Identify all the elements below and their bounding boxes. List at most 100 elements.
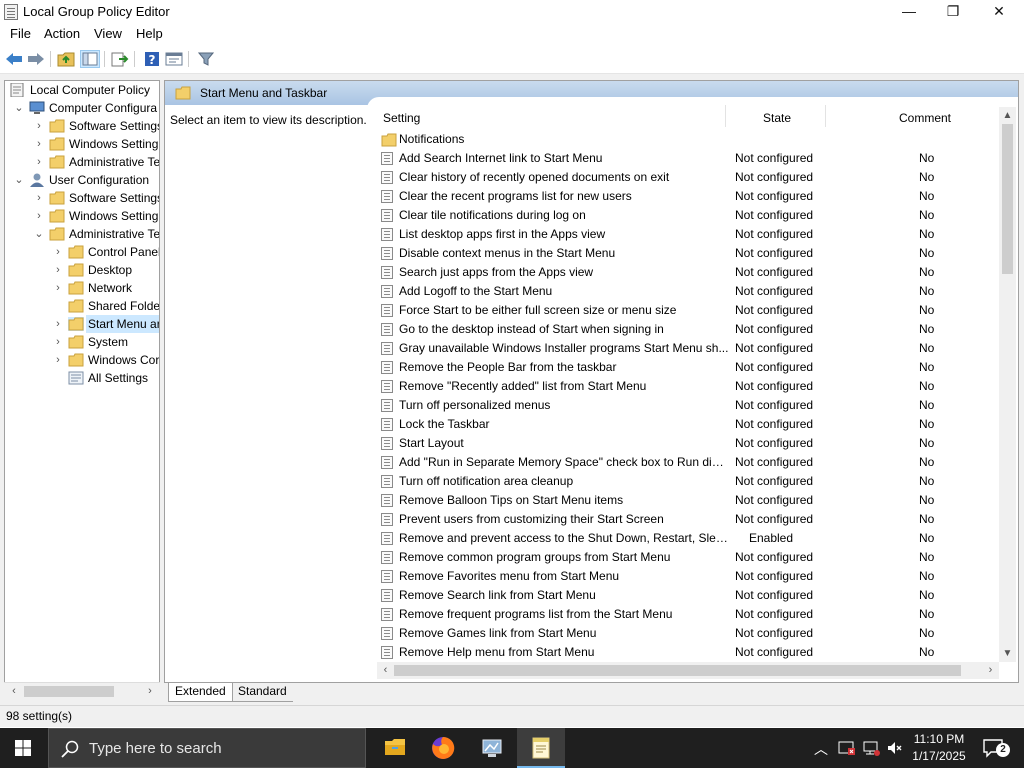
- table-row[interactable]: Start Layout Not configured No: [381, 434, 1001, 453]
- show-hidden-icons-chevron-up-icon[interactable]: ︿: [814, 739, 828, 759]
- tab-extended[interactable]: Extended: [168, 683, 233, 702]
- scroll-left-icon[interactable]: ‹: [377, 662, 394, 679]
- table-row[interactable]: List desktop apps first in the Apps view…: [381, 225, 1001, 244]
- table-row[interactable]: Lock the Taskbar Not configured No: [381, 415, 1001, 434]
- folder-icon: [49, 191, 65, 205]
- start-button[interactable]: [0, 728, 46, 768]
- setting-state: Not configured: [735, 436, 814, 450]
- folder-row-notifications[interactable]: Notifications: [381, 130, 1001, 149]
- column-divider[interactable]: [725, 105, 726, 127]
- filter-icon[interactable]: [196, 50, 216, 68]
- table-row[interactable]: Turn off notification area cleanup Not co…: [381, 472, 1001, 491]
- chevron-right-icon[interactable]: ›: [33, 117, 45, 135]
- firefox-taskbar-icon[interactable]: [419, 728, 467, 768]
- forward-arrow-icon[interactable]: [26, 50, 46, 68]
- table-row[interactable]: Turn off personalized menus Not configure…: [381, 396, 1001, 415]
- table-row[interactable]: Remove Help menu from Start Menu Not conf…: [381, 643, 1001, 662]
- chevron-right-icon[interactable]: ›: [33, 135, 45, 153]
- clock-time[interactable]: 11:10 PM: [908, 732, 970, 746]
- setting-comment: No: [919, 208, 935, 222]
- column-header-state[interactable]: State: [763, 111, 791, 125]
- chevron-down-icon[interactable]: ⌄: [13, 99, 25, 117]
- file-explorer-taskbar-icon[interactable]: [370, 728, 418, 768]
- maximize-button[interactable]: ❐: [930, 0, 976, 24]
- column-header-comment[interactable]: Comment: [899, 111, 951, 125]
- scroll-up-icon[interactable]: ▲: [999, 107, 1016, 124]
- table-row[interactable]: Remove common program groups from Start …: [381, 548, 1001, 567]
- chevron-right-icon[interactable]: ›: [33, 207, 45, 225]
- toolbar-separator: [50, 51, 51, 67]
- chevron-right-icon[interactable]: ›: [52, 261, 64, 279]
- menu-file[interactable]: File: [10, 26, 31, 41]
- setting-comment: No: [919, 303, 935, 317]
- table-row[interactable]: Remove Search link from Start Menu Not co…: [381, 586, 1001, 605]
- scroll-right-icon[interactable]: ›: [982, 662, 999, 679]
- scrollbar-thumb[interactable]: [24, 686, 114, 697]
- setting-state: Not configured: [735, 645, 814, 659]
- control-panel-taskbar-icon[interactable]: [468, 728, 516, 768]
- table-row[interactable]: Remove "Recently added" list from Start …: [381, 377, 1001, 396]
- table-row[interactable]: Remove Games link from Start Menu Not con…: [381, 624, 1001, 643]
- volume-muted-icon[interactable]: [886, 739, 904, 757]
- network-icon[interactable]: [862, 739, 880, 757]
- table-row[interactable]: Remove the People Bar from the taskbar No…: [381, 358, 1001, 377]
- settings-vertical-scrollbar[interactable]: ▲ ▼: [999, 107, 1016, 662]
- menu-view[interactable]: View: [94, 26, 122, 41]
- folder-icon: [68, 281, 84, 295]
- scrollbar-thumb[interactable]: [1002, 124, 1013, 274]
- tree-horizontal-scrollbar[interactable]: ‹ ›: [4, 682, 160, 699]
- chevron-right-icon[interactable]: ›: [33, 189, 45, 207]
- taskbar-search-box[interactable]: Type here to search: [48, 728, 366, 768]
- policy-setting-icon: [381, 152, 393, 165]
- table-row[interactable]: Prevent users from customizing their Sta…: [381, 510, 1001, 529]
- table-row[interactable]: Remove Favorites menu from Start Menu Not…: [381, 567, 1001, 586]
- tab-standard[interactable]: Standard: [232, 683, 293, 702]
- settings-horizontal-scrollbar[interactable]: ‹ ›: [377, 662, 999, 679]
- help-icon[interactable]: ?: [142, 50, 162, 68]
- show-hide-tree-icon[interactable]: [80, 50, 100, 68]
- close-button[interactable]: ✕: [976, 0, 1022, 24]
- table-row[interactable]: Force Start to be either full screen siz…: [381, 301, 1001, 320]
- chevron-right-icon[interactable]: ›: [52, 351, 64, 369]
- table-row[interactable]: Search just apps from the Apps view Not c…: [381, 263, 1001, 282]
- minimize-button[interactable]: —: [886, 0, 932, 24]
- chevron-right-icon[interactable]: ›: [33, 153, 45, 171]
- chevron-down-icon[interactable]: ⌄: [13, 171, 25, 189]
- table-row[interactable]: Gray unavailable Windows Installer progr…: [381, 339, 1001, 358]
- table-row[interactable]: Clear tile notifications during log on No…: [381, 206, 1001, 225]
- group-policy-editor-taskbar-icon[interactable]: [517, 728, 565, 768]
- chevron-right-icon[interactable]: ›: [52, 315, 64, 333]
- scrollbar-thumb[interactable]: [394, 665, 961, 676]
- chevron-right-icon[interactable]: ›: [52, 333, 64, 351]
- setting-name: Lock the Taskbar: [399, 417, 490, 431]
- back-arrow-icon[interactable]: [4, 50, 24, 68]
- table-row[interactable]: Clear the recent programs list for new u…: [381, 187, 1001, 206]
- table-row[interactable]: Add Logoff to the Start Menu Not configur…: [381, 282, 1001, 301]
- setting-state: Not configured: [735, 626, 814, 640]
- table-row[interactable]: Disable context menus in the Start Menu N…: [381, 244, 1001, 263]
- table-row[interactable]: Remove and prevent access to the Shut Do…: [381, 529, 1001, 548]
- table-row[interactable]: Clear history of recently opened documen…: [381, 168, 1001, 187]
- scroll-right-icon[interactable]: ›: [142, 683, 158, 700]
- up-folder-icon[interactable]: [56, 50, 76, 68]
- security-warning-icon[interactable]: [838, 739, 856, 757]
- table-row[interactable]: Go to the desktop instead of Start when …: [381, 320, 1001, 339]
- chevron-right-icon[interactable]: ›: [52, 279, 64, 297]
- chevron-right-icon[interactable]: ›: [52, 243, 64, 261]
- menu-help[interactable]: Help: [136, 26, 163, 41]
- column-header-setting[interactable]: Setting: [383, 111, 420, 125]
- scroll-left-icon[interactable]: ‹: [6, 683, 22, 700]
- properties-icon[interactable]: [164, 50, 184, 68]
- setting-name: Disable context menus in the Start Menu: [399, 246, 616, 260]
- menu-action[interactable]: Action: [44, 26, 80, 41]
- export-list-icon[interactable]: [110, 50, 130, 68]
- table-row[interactable]: Remove Balloon Tips on Start Menu items N…: [381, 491, 1001, 510]
- clock-date[interactable]: 1/17/2025: [908, 749, 970, 763]
- table-row[interactable]: Remove frequent programs list from the S…: [381, 605, 1001, 624]
- chevron-down-icon[interactable]: ⌄: [33, 225, 45, 243]
- table-row[interactable]: Add Search Internet link to Start Menu No…: [381, 149, 1001, 168]
- setting-comment: No: [919, 455, 935, 469]
- column-divider[interactable]: [825, 105, 826, 127]
- table-row[interactable]: Add "Run in Separate Memory Space" check…: [381, 453, 1001, 472]
- scroll-down-icon[interactable]: ▼: [999, 645, 1016, 662]
